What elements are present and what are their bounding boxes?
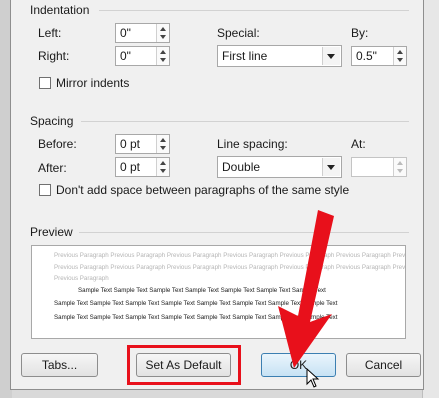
left-indent-spinner[interactable] — [156, 24, 169, 42]
after-field[interactable]: 0 pt — [115, 157, 170, 177]
dont-add-space-checkbox[interactable] — [39, 184, 51, 196]
by-spinner[interactable] — [393, 47, 406, 65]
left-indent-label: Left: — [38, 26, 62, 40]
line-spacing-dropdown[interactable]: Double — [217, 156, 342, 178]
after-spinner[interactable] — [156, 158, 169, 176]
chevron-down-icon — [322, 47, 340, 65]
mouse-cursor-icon — [306, 368, 320, 388]
before-value: 0 pt — [120, 137, 141, 151]
preview-section-title: Preview — [30, 225, 73, 239]
special-value: First line — [222, 49, 268, 63]
before-label: Before: — [38, 137, 77, 151]
right-indent-label: Right: — [38, 49, 70, 63]
at-spinner[interactable] — [393, 158, 406, 176]
at-field[interactable] — [351, 157, 407, 177]
mirror-indents-checkbox[interactable] — [39, 77, 51, 89]
after-value: 0 pt — [120, 160, 141, 174]
line-spacing-value: Double — [222, 160, 261, 174]
line-spacing-label: Line spacing: — [217, 137, 288, 151]
left-indent-value: 0" — [120, 26, 131, 40]
special-dropdown[interactable]: First line — [217, 45, 342, 67]
before-field[interactable]: 0 pt — [115, 134, 170, 154]
spacing-section-title: Spacing — [30, 114, 74, 128]
indentation-divider — [99, 10, 409, 11]
before-spinner[interactable] — [156, 135, 169, 153]
mirror-indents-label: Mirror indents — [56, 76, 130, 90]
right-indent-value: 0" — [120, 49, 131, 63]
dont-add-space-label: Don't add space between paragraphs of th… — [56, 183, 350, 197]
after-label: After: — [38, 161, 67, 175]
special-label: Special: — [217, 26, 260, 40]
tabs-button[interactable]: Tabs... — [21, 353, 98, 377]
at-label: At: — [351, 137, 366, 151]
indentation-section-title: Indentation — [30, 3, 90, 17]
annotation-arrow-icon — [278, 210, 334, 368]
spacing-divider — [81, 121, 409, 122]
by-value: 0.5" — [356, 49, 377, 63]
right-indent-spinner[interactable] — [156, 47, 169, 65]
by-label: By: — [351, 26, 369, 40]
annotation-highlight-box — [127, 345, 241, 385]
left-indent-field[interactable]: 0" — [115, 23, 170, 43]
by-field[interactable]: 0.5" — [351, 46, 407, 66]
paragraph-dialog: Indentation Left: 0" Right: 0" Special: … — [10, 0, 424, 390]
right-indent-field[interactable]: 0" — [115, 46, 170, 66]
document-background-right — [422, 0, 439, 398]
chevron-down-icon — [322, 158, 340, 176]
